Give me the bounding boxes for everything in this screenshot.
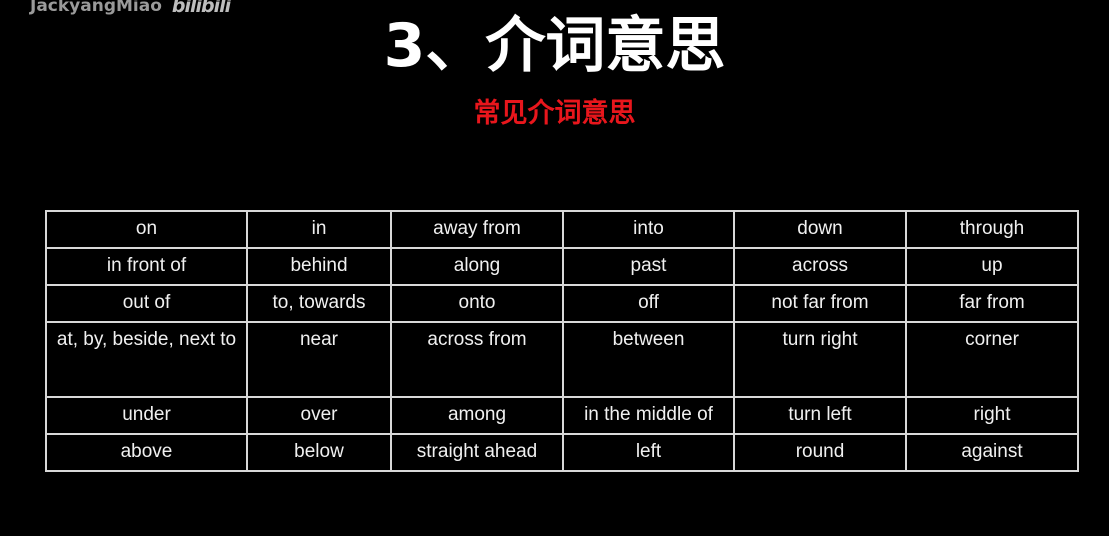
table-cell: onto — [390, 284, 564, 323]
table-cell: across from — [390, 321, 564, 398]
table-cell: down — [733, 210, 907, 249]
table-cell: straight ahead — [390, 433, 564, 472]
table-row: out of to, towards onto off not far from… — [45, 284, 1079, 323]
table-cell: in front of — [45, 247, 248, 286]
table-cell: below — [246, 433, 392, 472]
table-cell: to, towards — [246, 284, 392, 323]
table-cell: on — [45, 210, 248, 249]
table-cell: up — [905, 247, 1079, 286]
table-cell: round — [733, 433, 907, 472]
table-cell: in — [246, 210, 392, 249]
table-cell: out of — [45, 284, 248, 323]
table-cell: into — [562, 210, 735, 249]
table-cell: off — [562, 284, 735, 323]
table-cell: turn left — [733, 396, 907, 435]
table-cell: near — [246, 321, 392, 398]
table-row: above below straight ahead left round ag… — [45, 433, 1079, 472]
preposition-table: on in away from into down through in fro… — [45, 210, 1079, 472]
table-cell: turn right — [733, 321, 907, 398]
table-row: in front of behind along past across up — [45, 247, 1079, 286]
table-cell: right — [905, 396, 1079, 435]
table-cell: away from — [390, 210, 564, 249]
table-cell: far from — [905, 284, 1079, 323]
table-cell: among — [390, 396, 564, 435]
table-cell: left — [562, 433, 735, 472]
table-cell: between — [562, 321, 735, 398]
table-cell: against — [905, 433, 1079, 472]
table-row: under over among in the middle of turn l… — [45, 396, 1079, 435]
table-cell: above — [45, 433, 248, 472]
table-cell: in the middle of — [562, 396, 735, 435]
table-cell: behind — [246, 247, 392, 286]
slide-title: 3、介词意思 — [383, 11, 726, 81]
table-cell: across — [733, 247, 907, 286]
table-cell: through — [905, 210, 1079, 249]
table-cell: corner — [905, 321, 1079, 398]
table-cell: along — [390, 247, 564, 286]
table-row: at, by, beside, next to near across from… — [45, 321, 1079, 398]
table-cell: over — [246, 396, 392, 435]
slide-subtitle: 常见介词意思 — [473, 98, 636, 129]
table-row: on in away from into down through — [45, 210, 1079, 249]
table-cell: not far from — [733, 284, 907, 323]
table-cell: past — [562, 247, 735, 286]
table-cell: at, by, beside, next to — [45, 321, 248, 398]
table-cell: under — [45, 396, 248, 435]
